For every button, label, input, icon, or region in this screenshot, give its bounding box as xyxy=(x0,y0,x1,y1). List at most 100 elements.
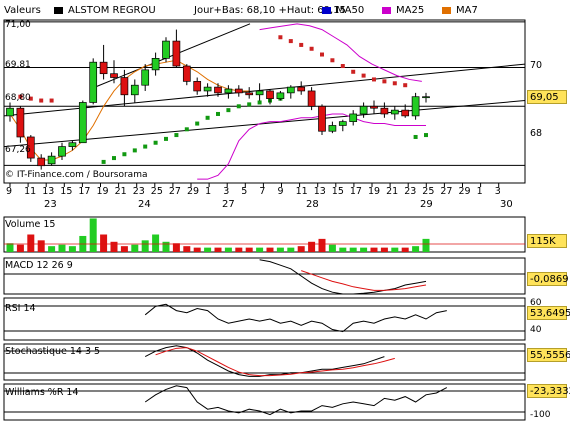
candle xyxy=(47,155,56,165)
candle xyxy=(380,107,389,115)
volume-bar xyxy=(214,247,222,252)
psar-dot xyxy=(278,35,283,40)
volume-bar xyxy=(349,247,357,252)
candle xyxy=(99,61,108,75)
volume-bar xyxy=(162,241,170,252)
x-tick: 1 xyxy=(205,186,212,197)
x-tick: 19 xyxy=(96,186,109,197)
psar-dot xyxy=(299,42,304,47)
x-tick: 23 xyxy=(404,186,417,197)
panel-frame xyxy=(3,297,526,341)
x-tick: 1 xyxy=(476,186,483,197)
psar-dot xyxy=(247,102,252,107)
volume-value-box: 115K xyxy=(527,234,567,248)
x-tick: 21 xyxy=(386,186,399,197)
panel-frame xyxy=(3,19,526,184)
psar-dot xyxy=(174,133,179,138)
x-tick: 21 xyxy=(114,186,127,197)
macd-value-box: -0,0869 xyxy=(527,272,569,286)
x-tick: 9 xyxy=(277,186,284,197)
volume-bar xyxy=(245,247,253,252)
candle xyxy=(203,86,212,92)
candle xyxy=(370,105,378,109)
candle xyxy=(182,65,191,82)
candle xyxy=(6,107,14,117)
x-tick: 3 xyxy=(223,186,230,197)
candle xyxy=(401,109,410,117)
volume-bar xyxy=(266,247,274,252)
volume-bar xyxy=(193,247,201,252)
candle xyxy=(234,88,243,94)
x-tick: 29 xyxy=(458,186,471,197)
y-tick: 70 xyxy=(530,60,543,71)
psar-dot xyxy=(403,83,408,88)
candle xyxy=(193,81,202,92)
psar-dot xyxy=(195,121,200,126)
x-tick: 11 xyxy=(24,186,37,197)
day-label: 23 xyxy=(44,199,57,210)
volume-bar xyxy=(380,247,388,252)
legend-ma7[interactable]: MA7 xyxy=(442,2,478,20)
values-label: Valeurs xyxy=(4,5,41,16)
volume-bar xyxy=(16,244,24,252)
stoch-label: Stochastique 14 3 5 xyxy=(5,346,101,357)
candle xyxy=(276,92,285,99)
rsi-tick: 40 xyxy=(530,325,542,335)
candle xyxy=(110,73,118,78)
x-tick: 9 xyxy=(6,186,13,197)
volume-bar xyxy=(360,247,368,252)
candle xyxy=(78,102,87,144)
rsi-label: RSI 14 xyxy=(5,303,36,314)
candle xyxy=(349,113,358,122)
ma50-swatch xyxy=(322,6,331,14)
candle xyxy=(162,40,170,59)
last-price-box: 69,05 xyxy=(527,90,567,104)
volume-bar xyxy=(6,243,14,252)
psar-dot xyxy=(122,152,127,157)
x-tick: 25 xyxy=(422,186,435,197)
candle xyxy=(120,77,129,96)
volume-label: Volume 15 xyxy=(5,219,56,230)
volume-bar xyxy=(68,246,76,252)
volume-bar xyxy=(297,246,305,252)
volume-bar xyxy=(235,247,243,252)
volume-bar xyxy=(172,243,180,252)
psar-dot xyxy=(351,69,356,74)
level-label: 71,00 xyxy=(5,20,31,30)
x-tick: 29 xyxy=(187,186,200,197)
psar-dot xyxy=(330,58,335,63)
volume-bar xyxy=(37,240,45,252)
volume-bar xyxy=(204,247,212,252)
ma25-swatch xyxy=(382,6,391,14)
candle xyxy=(172,40,181,67)
level-label: 68,80 xyxy=(5,93,31,103)
volume-bar xyxy=(100,234,108,252)
candle xyxy=(390,109,399,115)
volume-bar xyxy=(391,247,399,252)
psar-dot xyxy=(49,98,54,103)
legend-ma25[interactable]: MA25 xyxy=(382,2,424,20)
volume-bar xyxy=(27,234,35,252)
psar-dot xyxy=(132,148,137,153)
psar-dot xyxy=(205,115,210,120)
psar-dot xyxy=(143,144,148,149)
day-label: 30 xyxy=(500,199,513,210)
y-tick: 68 xyxy=(530,128,543,139)
candle xyxy=(16,107,25,138)
legend-ma50[interactable]: MA50 xyxy=(322,2,364,20)
volume-bar xyxy=(422,238,430,252)
volume-bar xyxy=(131,244,139,252)
psar-dot xyxy=(39,98,44,103)
day-label: 24 xyxy=(138,199,151,210)
stoch-value-box: 55,5556 xyxy=(527,348,570,362)
x-tick: 23 xyxy=(132,186,145,197)
volume-bar xyxy=(152,234,160,252)
candle xyxy=(37,157,46,167)
x-tick: 15 xyxy=(331,186,344,197)
day-label: 29 xyxy=(420,199,433,210)
volume-bar xyxy=(412,246,420,252)
volume-bar xyxy=(276,247,284,252)
volume-bar xyxy=(120,246,128,252)
watermark: © IT-Finance.com / Boursorama xyxy=(5,170,148,180)
level-label: 69,81 xyxy=(5,60,31,70)
